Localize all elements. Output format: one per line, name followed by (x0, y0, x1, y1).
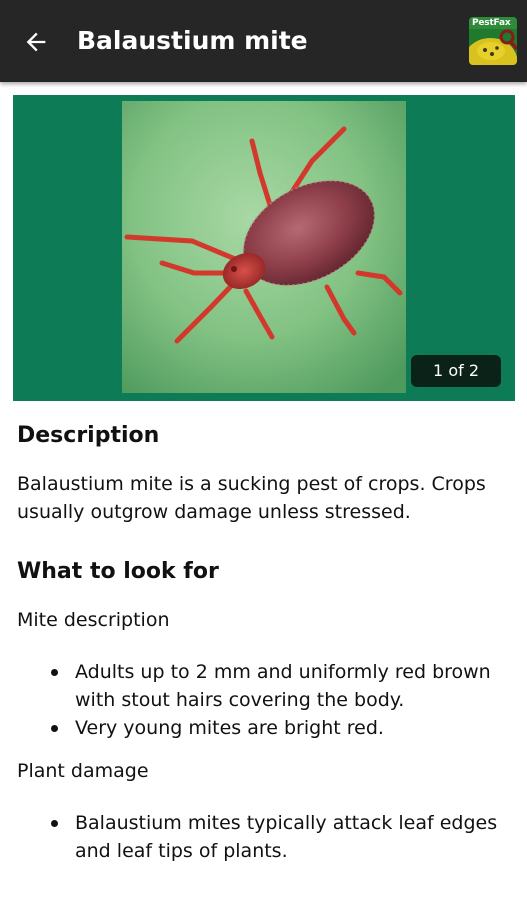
description-heading: Description (17, 423, 160, 448)
page-title: Balaustium mite (77, 26, 308, 55)
mite-description-list: Adults up to 2 mm and uniformly red brow… (17, 658, 512, 742)
pest-photo[interactable] (122, 101, 406, 393)
what-to-look-for-heading: What to look for (17, 559, 219, 584)
app-bar: Balaustium mite PestFax (0, 0, 527, 82)
list-item: Balaustium mites typically attack leaf e… (51, 809, 512, 865)
logo-text: PestFax (472, 18, 511, 28)
mite-description-label: Mite description (17, 609, 170, 631)
plant-damage-list: Balaustium mites typically attack leaf e… (17, 809, 512, 865)
image-gallery[interactable]: 1 of 2 (13, 95, 515, 401)
description-text: Balaustium mite is a sucking pest of cro… (17, 473, 486, 523)
app-screen: Balaustium mite PestFax 1 of 2 Descripti… (0, 0, 527, 900)
pest-details: Description Balaustium mite is a sucking… (17, 404, 512, 865)
list-item: Adults up to 2 mm and uniformly red brow… (51, 658, 512, 714)
pestfax-logo[interactable]: PestFax (469, 17, 517, 65)
back-button[interactable] (14, 20, 58, 64)
image-counter: 1 of 2 (411, 355, 501, 387)
mite-image (122, 101, 406, 393)
list-item: Very young mites are bright red. (51, 714, 512, 742)
arrow-left-icon (26, 32, 46, 52)
plant-damage-label: Plant damage (17, 760, 149, 782)
